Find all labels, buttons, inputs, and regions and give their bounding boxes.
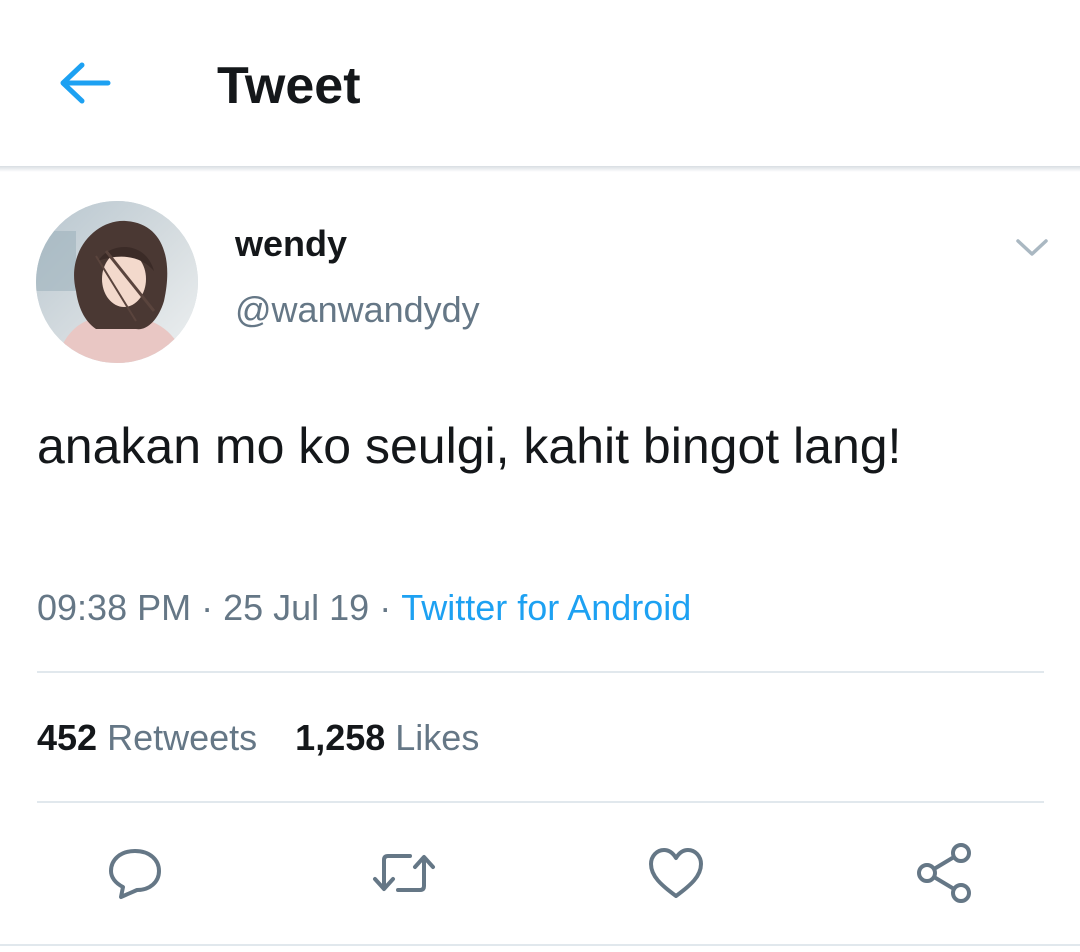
tweet-source-link[interactable]: Twitter for Android — [401, 587, 691, 628]
bottom-divider — [0, 944, 1080, 946]
likes-count: 1,258 — [295, 717, 386, 758]
top-bar-shadow — [0, 166, 1080, 172]
reply-button[interactable] — [100, 838, 170, 908]
chevron-down-icon — [1016, 239, 1048, 256]
retweets-label: Retweets — [107, 717, 258, 758]
retweets-stat[interactable]: 452 Retweets — [37, 716, 257, 760]
arrow-left-icon — [60, 62, 111, 104]
top-app-bar: Tweet — [0, 0, 1080, 168]
author-display-name[interactable]: wendy — [235, 222, 347, 266]
tweet-stats: 452 Retweets 1,258 Likes — [37, 716, 479, 760]
retweet-button[interactable] — [369, 838, 439, 908]
divider — [37, 801, 1044, 803]
retweets-count: 452 — [37, 717, 98, 758]
reply-icon — [109, 849, 161, 899]
share-button[interactable] — [910, 838, 980, 908]
tweet-options-button[interactable] — [1010, 228, 1054, 268]
avatar-photo — [36, 201, 198, 363]
meta-separator: · — [201, 587, 214, 628]
tweet-time: 09:38 PM — [37, 587, 192, 628]
tweet-metadata: 09:38 PM · 25 Jul 19 · Twitter for Android — [37, 586, 691, 630]
likes-label: Likes — [395, 717, 480, 758]
author-handle[interactable]: @wanwandydy — [235, 288, 480, 332]
avatar[interactable] — [36, 201, 198, 363]
tweet-text: anakan mo ko seulgi, kahit bingot lang! — [37, 418, 902, 474]
retweet-icon — [373, 854, 435, 892]
tweet-date: 25 Jul 19 — [223, 587, 370, 628]
like-button[interactable] — [641, 838, 711, 908]
divider — [37, 671, 1044, 673]
like-icon — [649, 848, 703, 898]
page-title: Tweet — [217, 57, 361, 115]
share-icon — [917, 843, 971, 903]
likes-stat[interactable]: 1,258 Likes — [295, 716, 479, 760]
meta-separator: · — [379, 587, 392, 628]
tweet-detail-screen: Tweet wendy @wanwandydy anakan mo ko seu… — [0, 0, 1080, 952]
back-button[interactable] — [55, 58, 113, 108]
